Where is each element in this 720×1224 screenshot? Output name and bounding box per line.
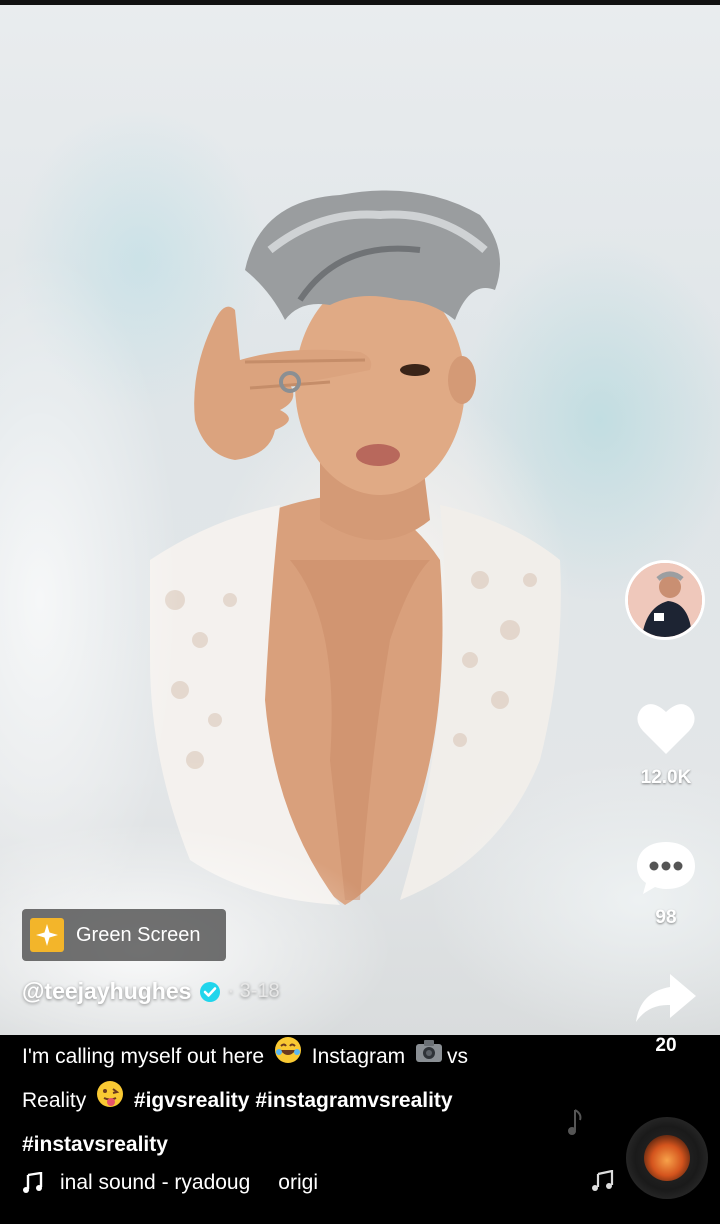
caption-text: Reality	[22, 1088, 87, 1112]
author-handle[interactable]: @teejayhughes	[22, 978, 191, 1005]
effect-label: Green Screen	[76, 923, 201, 946]
author-row[interactable]: @teejayhughes · 3-18	[22, 978, 280, 1005]
sound-disc[interactable]	[626, 1117, 708, 1199]
comment-count: 98	[655, 907, 677, 928]
like-count: 12.0K	[640, 767, 692, 788]
share-arrow-icon	[636, 974, 696, 1022]
sound-name: inal sound - ryadoug	[60, 1171, 251, 1194]
sound-marquee[interactable]: inal sound - ryadoug origi	[22, 1166, 542, 1200]
floating-note-icon	[592, 1170, 614, 1191]
caption-text: Instagram	[311, 1045, 406, 1068]
sound-cover-image	[644, 1135, 690, 1181]
camera-emoji-icon	[415, 1036, 443, 1079]
verified-badge-icon	[199, 981, 221, 1003]
post-date: · 3-18	[227, 980, 280, 1002]
comment-bubble-icon	[637, 842, 695, 894]
video-caption: I'm calling myself out here Instagram vs…	[22, 1035, 612, 1166]
like-button[interactable]: 12.0K	[626, 700, 706, 789]
music-note-icon	[22, 1172, 44, 1194]
tongue-emoji-icon	[96, 1080, 124, 1123]
avatar-image	[628, 563, 702, 637]
hashtag-link[interactable]: #instagramvsreality	[255, 1089, 452, 1112]
creator-avatar[interactable]	[625, 560, 705, 640]
caption-text: I'm calling myself out here	[22, 1045, 265, 1068]
laughing-emoji-icon	[274, 1036, 302, 1079]
hashtag-link[interactable]: #instavsreality	[22, 1133, 168, 1156]
sparkle-icon	[30, 918, 64, 952]
floating-note-icon	[568, 1109, 582, 1135]
effect-chip[interactable]: Green Screen	[22, 909, 226, 961]
heart-icon	[637, 704, 695, 754]
status-bar-edge	[0, 0, 720, 5]
share-count: 20	[655, 1035, 677, 1056]
video-haze-overlay	[0, 0, 720, 1035]
comment-button[interactable]: 98	[626, 838, 706, 929]
video-player[interactable]	[0, 0, 720, 1035]
share-button[interactable]: 20	[626, 972, 706, 1057]
caption-text: vs	[447, 1045, 469, 1068]
hashtag-link[interactable]: #igvsreality	[134, 1089, 250, 1112]
sound-name-repeat: origi	[278, 1171, 318, 1194]
